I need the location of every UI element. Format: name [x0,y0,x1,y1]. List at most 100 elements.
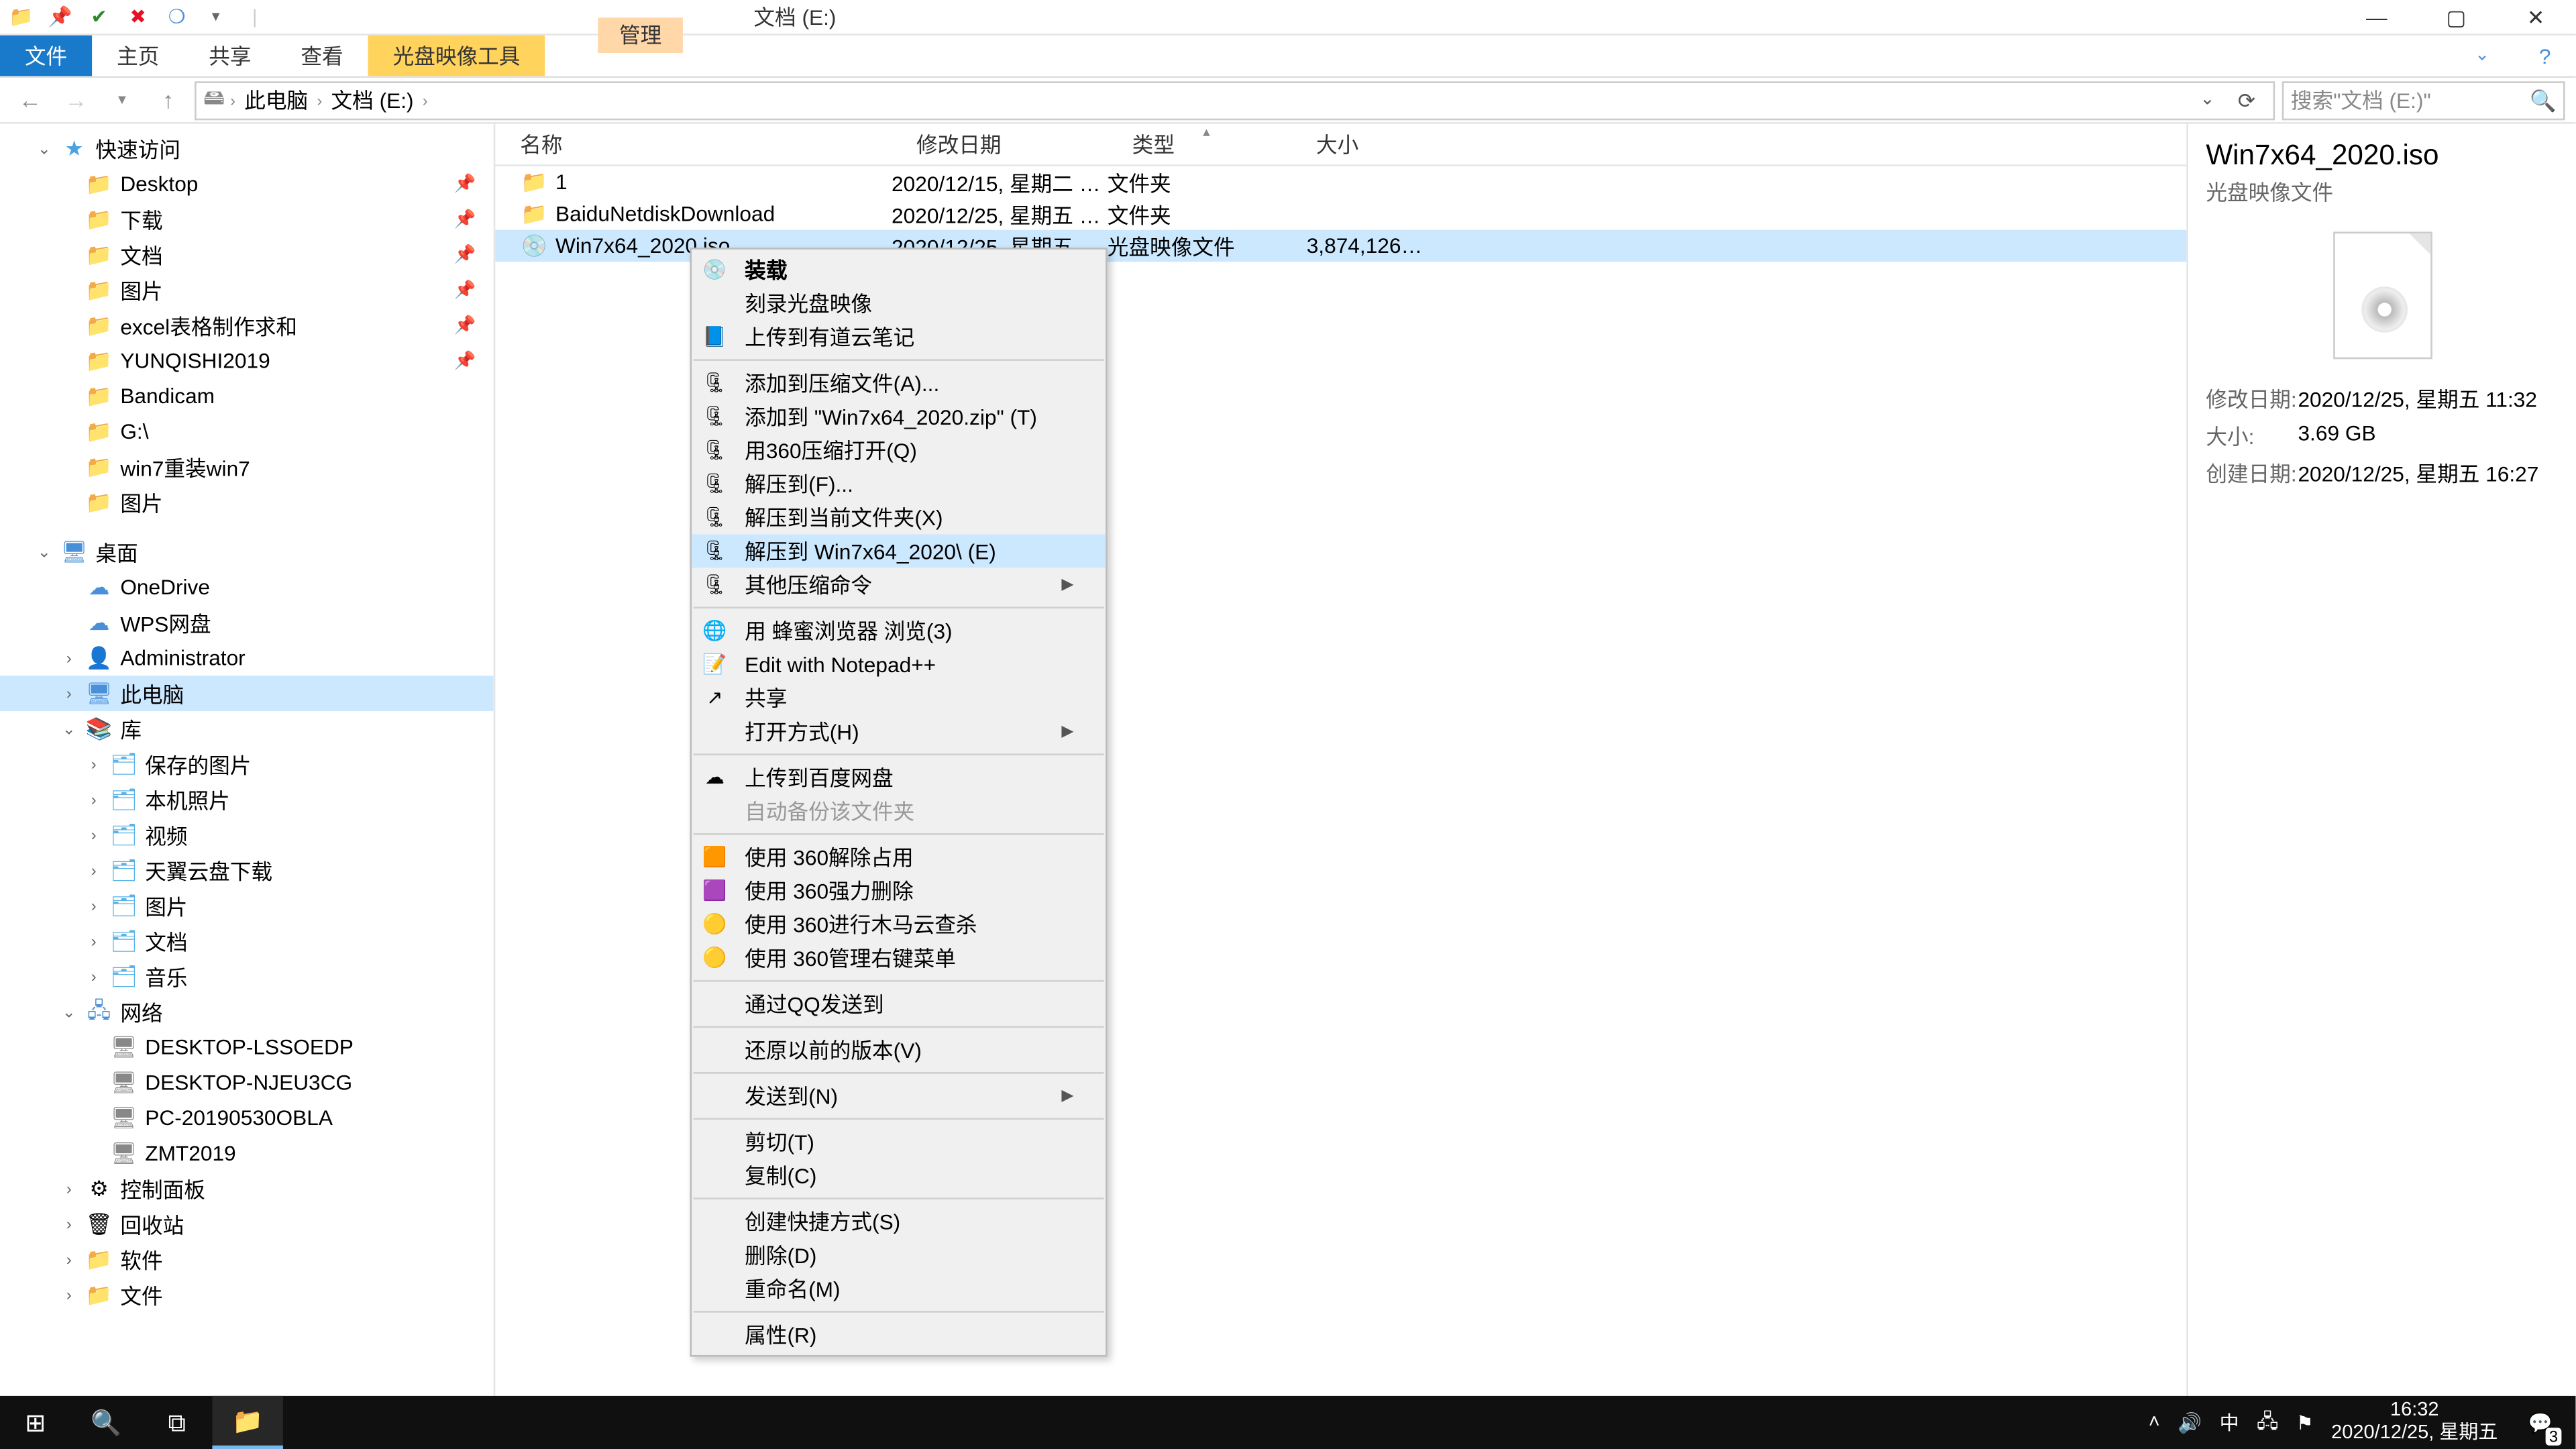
context-item[interactable]: ☁上传到百度网盘 [692,761,1106,794]
tray-chevron-up-icon[interactable]: ˄ [2149,1412,2160,1434]
ime-indicator[interactable]: 中 [2220,1408,2239,1436]
tree-item[interactable]: 📁YUNQISHI2019📌 [0,343,494,379]
help-button[interactable]: ? [2514,36,2575,76]
tree-item[interactable]: ›🗑回收站 [0,1206,494,1242]
refresh-button[interactable]: ⟳ [2227,88,2266,113]
tree-quick-access[interactable]: ⌄★快速访问 [0,131,494,166]
notifications-button[interactable]: 💬3 [2516,1396,2565,1449]
maximize-button[interactable]: ▢ [2416,0,2496,34]
tree-item[interactable]: ›⚙控制面板 [0,1171,494,1207]
tree-item[interactable]: 📁Desktop📌 [0,166,494,202]
forward-button[interactable]: → [56,80,95,119]
context-item[interactable]: 属性(R) [692,1318,1106,1352]
context-item[interactable]: 🟧使用 360解除占用 [692,841,1106,874]
context-item[interactable]: 💿装载 [692,253,1106,286]
breadcrumb[interactable]: 🖴 › 此电脑 › 文档 (E:) › ⌄ ⟳ [195,80,2275,119]
chevron-right-icon[interactable]: › [230,91,235,109]
tree-item[interactable]: ›🗂音乐 [0,959,494,994]
context-item[interactable]: 🟡使用 360进行木马云查杀 [692,908,1106,941]
tree-item[interactable]: ›📁文件 [0,1277,494,1313]
context-item[interactable]: ↗共享 [692,681,1106,714]
tree-item[interactable]: ›🗂保存的图片 [0,747,494,782]
tab-share[interactable]: 共享 [184,36,276,76]
tab-iso-tools[interactable]: 光盘映像工具 [368,36,545,76]
explorer-taskbar-button[interactable]: 📁 [212,1396,282,1449]
clock[interactable]: 16:32 2020/12/25, 星期五 [2331,1400,2498,1445]
context-item[interactable]: 🌐用 蜂蜜浏览器 浏览(3) [692,614,1106,647]
context-item[interactable]: 重命名(M) [692,1272,1106,1305]
breadcrumb-history-dropdown[interactable]: ⌄ [2193,90,2222,109]
task-view-button[interactable]: ⧉ [142,1396,212,1449]
tree-item[interactable]: 🖥DESKTOP-LSSOEDP [0,1030,494,1065]
tree-item[interactable]: 📁图片 [0,485,494,521]
search-taskbar-button[interactable]: 🔍 [70,1396,141,1449]
up-button[interactable]: ↑ [149,80,188,119]
tab-home[interactable]: 主页 [92,36,184,76]
context-item[interactable]: 刻录光盘映像 [692,286,1106,320]
context-item[interactable]: 通过QQ发送到 [692,987,1106,1020]
recent-dropdown[interactable]: ▾ [103,80,142,119]
context-item[interactable]: 还原以前的版本(V) [692,1033,1106,1067]
tree-item[interactable]: 📁Bandicam [0,378,494,414]
context-item[interactable]: 🗜添加到压缩文件(A)... [692,366,1106,400]
context-item[interactable]: 剪切(T) [692,1125,1106,1159]
context-menu[interactable]: 💿装载刻录光盘映像📘上传到有道云笔记 🗜添加到压缩文件(A)...🗜添加到 "Wi… [690,248,1107,1356]
tree-item[interactable]: ›🗂视频 [0,817,494,853]
security-icon[interactable]: ⚑ [2296,1411,2314,1434]
chevron-right-icon[interactable]: › [423,91,428,109]
tree-item[interactable]: ›👤Administrator [0,641,494,676]
tree-item[interactable]: ☁WPS网盘 [0,605,494,641]
qat-dropdown-icon[interactable]: ▾ [202,3,230,31]
tree-item[interactable]: ›📁软件 [0,1242,494,1277]
context-item[interactable]: 复制(C) [692,1159,1106,1192]
col-type[interactable]: 类型 [1108,129,1291,160]
tree-network[interactable]: ⌄🖧网络 [0,994,494,1030]
tree-item[interactable]: 📁文档📌 [0,237,494,272]
tree-item[interactable]: 📁excel表格制作求和📌 [0,308,494,343]
chevron-right-icon[interactable]: › [317,91,322,109]
context-item[interactable]: 🗜用360压缩打开(Q) [692,433,1106,467]
context-item[interactable]: 🟡使用 360管理右键菜单 [692,941,1106,975]
context-item[interactable]: 📝Edit with Notepad++ [692,647,1106,681]
context-item[interactable]: 🟪使用 360强力删除 [692,874,1106,908]
context-item[interactable]: 创建快捷方式(S) [692,1205,1106,1238]
ribbon-expand-button[interactable]: ⌄ [2450,36,2514,76]
back-button[interactable]: ← [11,80,50,119]
breadcrumb-seg-1[interactable]: 文档 (E:) [327,85,417,115]
tree-item[interactable]: ›🗂文档 [0,924,494,959]
tree-item[interactable]: ⌄📚库 [0,711,494,747]
context-item[interactable]: 🗜解压到 Win7x64_2020\ (E) [692,534,1106,568]
tree-item[interactable]: 🖥DESKTOP-NJEU3CG [0,1065,494,1100]
close-button[interactable]: ✕ [2496,0,2576,34]
context-item[interactable]: 打开方式(H)▶ [692,714,1106,748]
tree-item[interactable]: ›🗂图片 [0,888,494,924]
tab-view[interactable]: 查看 [276,36,368,76]
col-size[interactable]: 大小 [1291,129,1433,160]
tree-desktop[interactable]: ⌄🖥桌面 [0,534,494,570]
tree-item[interactable]: 🖥PC-20190530OBLA [0,1100,494,1136]
search-input[interactable]: 搜索"文档 (E:)" 🔍 [2282,80,2565,119]
qat-pin-icon[interactable]: 📌 [46,3,74,31]
qat-close-icon[interactable]: ✖ [124,3,152,31]
tree-item[interactable]: 📁win7重装win7 [0,449,494,485]
breadcrumb-seg-0[interactable]: 此电脑 [241,85,312,115]
start-button[interactable]: ⊞ [0,1396,70,1449]
context-item[interactable]: 🗜解压到(F)... [692,467,1106,500]
context-item[interactable]: 🗜其他压缩命令▶ [692,568,1106,601]
context-item[interactable]: 🗜解压到当前文件夹(X) [692,500,1106,534]
qat-new-icon[interactable]: ❍ [163,3,191,31]
context-item[interactable]: 📘上传到有道云笔记 [692,320,1106,354]
tab-file[interactable]: 文件 [0,36,92,76]
tree-item[interactable]: ☁OneDrive [0,570,494,605]
tree-item[interactable]: ›🗂天翼云盘下载 [0,853,494,888]
context-item[interactable]: 🗜添加到 "Win7x64_2020.zip" (T) [692,400,1106,433]
search-icon[interactable]: 🔍 [2530,88,2556,113]
tree-item[interactable]: 📁下载📌 [0,202,494,237]
network-icon[interactable]: 🖧 [2257,1405,2278,1439]
tree-item[interactable]: ›🖥此电脑 [0,676,494,711]
tree-item[interactable]: 📁图片📌 [0,272,494,308]
context-item[interactable]: 发送到(N)▶ [692,1079,1106,1113]
tree-item[interactable]: 📁G:\ [0,414,494,449]
context-item[interactable]: 删除(D) [692,1238,1106,1272]
file-row[interactable]: 📁BaiduNetdiskDownload2020/12/25, 星期五 1…文… [495,198,2186,229]
